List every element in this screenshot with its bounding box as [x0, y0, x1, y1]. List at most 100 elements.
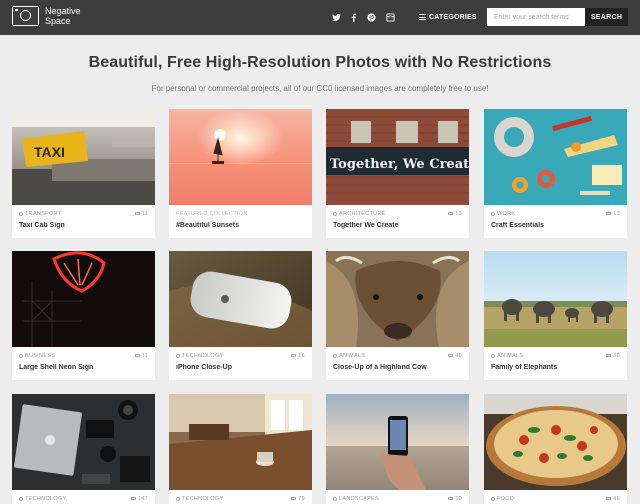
photo-thumbnail — [484, 109, 627, 205]
card-meta: TECHNOLOGY 16 — [176, 353, 305, 361]
photo-card[interactable]: FEATURED COLLECTION #Beautiful Sunsets — [169, 109, 312, 238]
photo-card[interactable]: TECHNOLOGY 147 — [12, 394, 155, 504]
photo-count: 11 — [134, 211, 148, 217]
card-category: WORK — [497, 211, 516, 217]
card-title: Large Shell Neon Sign — [19, 364, 94, 371]
category-icon — [491, 496, 495, 501]
photo-thumbnail — [169, 109, 312, 205]
card-category: TECHNOLOGY — [25, 496, 67, 502]
photo-card[interactable]: TAXI TRANSPORT 11 Taxi Cab Sign — [12, 109, 155, 238]
card-category: TRANSPORT — [25, 211, 62, 217]
card-title: Taxi Cab Sign — [19, 222, 65, 229]
pinterest-icon[interactable] — [366, 11, 376, 23]
card-title: Together We Create — [333, 222, 399, 229]
photo-thumbnail — [484, 251, 627, 347]
search-input[interactable] — [487, 8, 585, 26]
list-icon — [419, 14, 426, 20]
photo-card[interactable]: ANIMALS 49 Close-Up of a Highland Cow — [326, 251, 469, 380]
photo-count-value: 147 — [137, 496, 148, 502]
photo-count: 49 — [448, 353, 462, 359]
category-icon — [176, 353, 180, 358]
instagram-icon[interactable] — [385, 11, 395, 23]
photos-icon — [291, 354, 297, 358]
card-category: ANIMALS — [497, 353, 524, 359]
camera-icon — [12, 6, 39, 26]
card-meta: TECHNOLOGY 147 — [19, 496, 148, 504]
photo-count: 30 — [606, 353, 620, 359]
photo-thumbnail: Together, We Create! — [326, 109, 469, 205]
category-icon — [19, 211, 23, 216]
photo-count: 46 — [606, 496, 620, 502]
photo-card[interactable]: WORK 13 Craft Essentials — [484, 109, 627, 238]
search-button[interactable]: SEARCH — [585, 8, 628, 26]
photos-icon — [134, 354, 140, 358]
card-meta: TECHNOLOGY 79 — [176, 496, 305, 504]
photo-thumbnail — [12, 394, 155, 490]
top-navigation-bar: Negative Space CATEGORIES SEARCH — [0, 0, 640, 35]
photo-card[interactable]: TECHNOLOGY 16 iPhone Close-Up — [169, 251, 312, 380]
photo-card[interactable]: Together, We Create! ARCHITECTURE 13 Tog… — [326, 109, 469, 238]
photos-icon — [606, 354, 612, 358]
svg-text:TAXI: TAXI — [34, 144, 65, 160]
card-category: TECHNOLOGY — [182, 496, 224, 502]
card-category: FEATURED COLLECTION — [176, 211, 248, 217]
category-icon — [19, 496, 23, 501]
card-title: iPhone Close-Up — [176, 364, 233, 371]
card-title: Craft Essentials — [491, 222, 544, 229]
photo-card[interactable]: TECHNOLOGY 79 — [169, 394, 312, 504]
photos-icon — [448, 212, 454, 216]
card-title: Close-Up of a Highland Cow — [333, 364, 427, 371]
card-meta: WORK 13 — [491, 211, 620, 219]
photos-icon — [448, 354, 454, 358]
category-icon — [491, 211, 495, 216]
card-meta: BUSINESS 11 — [19, 353, 148, 361]
photo-thumbnail — [169, 251, 312, 347]
photo-count: 11 — [134, 353, 148, 359]
card-meta: FOOD 46 — [491, 496, 620, 504]
card-category: BUSINESS — [25, 353, 56, 359]
site-logo[interactable]: Negative Space — [12, 6, 95, 26]
photos-icon — [134, 212, 140, 216]
photo-count-value: 11 — [141, 353, 148, 359]
categories-menu[interactable]: CATEGORIES — [419, 10, 477, 24]
photo-thumbnail: TAXI — [12, 109, 155, 205]
photo-count-value: 30 — [613, 353, 620, 359]
photo-count: 79 — [291, 496, 305, 502]
card-meta: ANIMALS 49 — [333, 353, 462, 361]
photo-card[interactable]: FOOD 46 — [484, 394, 627, 504]
card-title: Family of Elephants — [491, 364, 558, 371]
card-meta: ARCHITECTURE 13 — [333, 211, 462, 219]
card-category: LANDSCAPES — [339, 496, 379, 502]
card-meta: LANDSCAPES 50 — [333, 496, 462, 504]
card-meta: FEATURED COLLECTION — [176, 211, 305, 219]
photo-count-value: 13 — [455, 211, 462, 217]
card-category: FOOD — [497, 496, 515, 502]
photo-count-value: 49 — [455, 353, 462, 359]
photos-icon — [448, 497, 454, 501]
photos-icon — [606, 497, 612, 501]
photo-count-value: 16 — [298, 353, 305, 359]
photo-count: 50 — [448, 496, 462, 502]
category-icon — [176, 496, 180, 501]
category-icon — [333, 353, 337, 358]
photo-card[interactable]: LANDSCAPES 50 — [326, 394, 469, 504]
photo-thumbnail — [12, 251, 155, 347]
photo-count-value: 79 — [298, 496, 305, 502]
photo-card[interactable]: BUSINESS 11 Large Shell Neon Sign — [12, 251, 155, 380]
card-meta: ANIMALS 30 — [491, 353, 620, 361]
category-icon — [491, 353, 495, 358]
category-icon — [333, 211, 337, 216]
categories-label: CATEGORIES — [429, 13, 477, 21]
photo-thumbnail — [484, 394, 627, 490]
card-category: TECHNOLOGY — [182, 353, 224, 359]
photo-card[interactable]: ANIMALS 30 Family of Elephants — [484, 251, 627, 380]
twitter-icon[interactable] — [331, 11, 341, 23]
photos-icon — [130, 497, 136, 501]
photo-thumbnail — [326, 394, 469, 490]
facebook-icon[interactable] — [348, 11, 358, 23]
photo-thumbnail — [169, 394, 312, 490]
svg-text:Together, We Create!: Together, We Create! — [330, 157, 469, 172]
card-category: ARCHITECTURE — [339, 211, 386, 217]
card-title: #Beautiful Sunsets — [176, 222, 240, 229]
card-category: ANIMALS — [339, 353, 366, 359]
